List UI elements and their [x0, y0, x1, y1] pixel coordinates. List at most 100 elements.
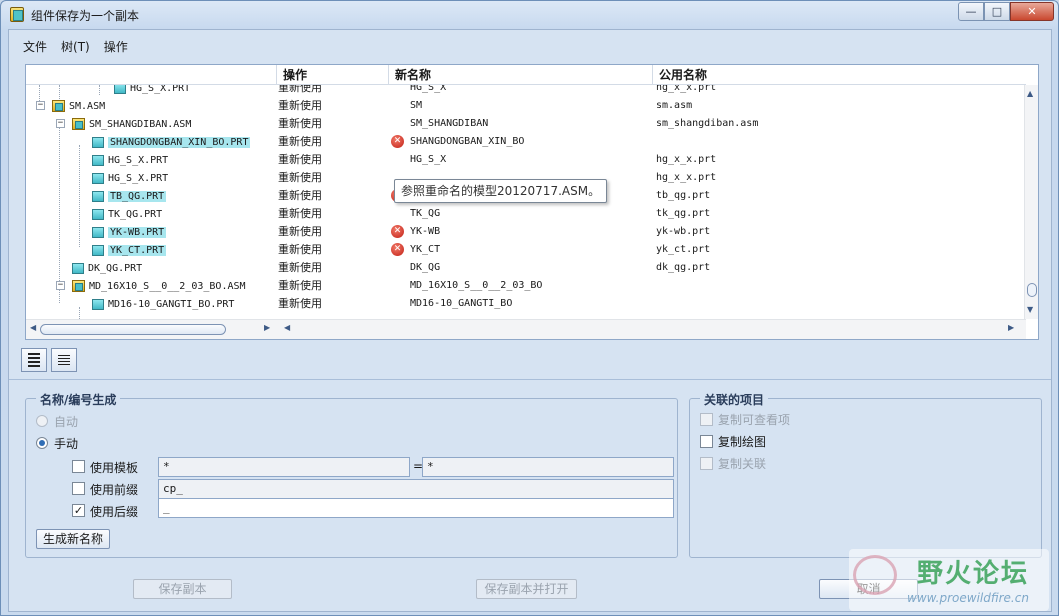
copy-relations-checkbox[interactable] — [700, 457, 713, 470]
column-header-new-name[interactable]: 新名称 — [388, 65, 652, 85]
model-name: MD_16X10_S__0__2_03_BO.ASM — [89, 280, 246, 292]
copy-viewable-checkbox[interactable] — [700, 413, 713, 426]
action-cell[interactable]: 重新使用 — [278, 241, 322, 259]
related-items-title: 关联的项目 — [700, 391, 769, 408]
component-tree[interactable]: 操作 新名称 公用名称 HG_S_X.PRT 重新使用 HG_S_X hg_x_x.p… — [25, 64, 1039, 340]
horizontal-scroll-thumb[interactable] — [40, 324, 226, 335]
tree-row[interactable]: YK-WB.PRT 重新使用 ✕ YK-WB yk-wb.prt — [26, 223, 1026, 241]
new-name-cell[interactable]: SM_SHANGDIBAN — [410, 115, 488, 133]
action-cell[interactable]: 重新使用 — [278, 187, 322, 205]
new-name-cell[interactable]: MD16-10_GANGTI_BO — [410, 295, 512, 313]
scroll-down-icon[interactable]: ▼ — [1027, 305, 1033, 314]
scroll-left-icon[interactable]: ◀ — [30, 323, 36, 332]
dialog-window: 组件保存为一个副本 — □ ✕ 文件 树(T) 操作 操作 新名称 公用名称 H… — [0, 0, 1059, 616]
column-header-action[interactable]: 操作 — [276, 65, 388, 85]
tree-row[interactable]: HG_S_X.PRT 重新使用 HG_S_X hg_x_x.prt — [26, 151, 1026, 169]
tree-row[interactable]: − SM.ASM 重新使用 SM sm.asm — [26, 97, 1026, 115]
scroll-right-icon[interactable]: ▶ — [1008, 323, 1014, 332]
common-name-cell[interactable]: dk_qg.prt — [656, 259, 710, 277]
template-field-2[interactable]: * — [422, 457, 674, 477]
model-name: HG_S_X.PRT — [130, 85, 191, 94]
error-icon: ✕ — [391, 135, 404, 148]
tree-row[interactable]: − MD_16X10_S__0__2_03_BO.ASM 重新使用 MD_16X10_… — [26, 277, 1026, 295]
model-name: DK_QG.PRT — [88, 262, 143, 274]
prefix-field[interactable]: cp_ — [158, 479, 674, 499]
common-name-cell[interactable]: hg_x_x.prt — [656, 85, 716, 97]
save-copy-button[interactable]: 保存副本 — [133, 579, 232, 599]
tree-row[interactable]: MD16-10_GANGTI_BO.PRT 重新使用 MD16-10_GANGTI_… — [26, 295, 1026, 313]
collapse-icon[interactable]: − — [56, 119, 65, 128]
menu-file[interactable]: 文件 — [23, 38, 47, 55]
action-cell[interactable]: 重新使用 — [278, 295, 322, 313]
minimize-button[interactable]: — — [958, 2, 984, 21]
save-copy-open-button[interactable]: 保存副本并打开 — [476, 579, 577, 599]
column-header-common-name[interactable]: 公用名称 — [652, 65, 1026, 85]
common-name-cell[interactable]: hg_x_x.prt — [656, 169, 716, 187]
action-cell[interactable]: 重新使用 — [278, 115, 322, 133]
collapse-icon[interactable]: − — [56, 281, 65, 290]
copy-drawing-checkbox[interactable] — [700, 435, 713, 448]
new-name-cell[interactable]: MD_16X10_S__0__2_03_BO — [410, 277, 542, 295]
action-cell[interactable]: 重新使用 — [278, 85, 322, 97]
use-suffix-checkbox[interactable]: ✓ — [72, 504, 85, 517]
column-header-model[interactable] — [26, 65, 276, 85]
tree-row[interactable]: TK_QG.PRT 重新使用 TK_QG tk_qg.prt — [26, 205, 1026, 223]
common-name-cell[interactable]: tk_qg.prt — [656, 205, 710, 223]
scroll-up-icon[interactable]: ▲ — [1027, 89, 1033, 98]
maximize-button[interactable]: □ — [984, 2, 1010, 21]
common-name-cell[interactable]: yk_ct.prt — [656, 241, 710, 259]
new-name-cell[interactable]: SHANGDONGBAN_XIN_BO — [410, 133, 524, 151]
new-name-cell[interactable]: DK_QG — [410, 259, 440, 277]
action-cell[interactable]: 重新使用 — [278, 133, 322, 151]
horizontal-scrollbar[interactable]: ◀ ▶ ◀ ▶ — [26, 319, 1026, 339]
manual-radio[interactable] — [36, 437, 48, 449]
part-icon — [92, 154, 104, 166]
use-suffix-label: 使用后缀 — [90, 505, 139, 519]
menu-tree[interactable]: 树(T) — [61, 38, 90, 55]
tree-row[interactable]: SHANGDONGBAN_XIN_BO.PRT 重新使用 ✕ SHANGDONGBAN… — [26, 133, 1026, 151]
vertical-scroll-thumb[interactable] — [1027, 283, 1037, 297]
common-name-cell[interactable]: yk-wb.prt — [656, 223, 710, 241]
model-name: SM_SHANGDIBAN.ASM — [89, 118, 192, 130]
tree-row[interactable]: DK_QG.PRT 重新使用 DK_QG dk_qg.prt — [26, 259, 1026, 277]
generate-names-button[interactable]: 生成新名称 — [36, 529, 110, 549]
action-cell[interactable]: 重新使用 — [278, 205, 322, 223]
common-name-cell[interactable]: sm.asm — [656, 97, 692, 115]
assembly-icon — [72, 280, 85, 292]
new-name-cell[interactable]: YK-WB — [410, 223, 440, 241]
new-name-cell[interactable]: HG_S_X — [410, 151, 446, 169]
action-cell[interactable]: 重新使用 — [278, 169, 322, 187]
action-cell[interactable]: 重新使用 — [278, 151, 322, 169]
tree-row[interactable]: YK_CT.PRT 重新使用 ✕ YK_CT yk_ct.prt — [26, 241, 1026, 259]
suffix-field[interactable]: _ — [158, 498, 674, 518]
template-field[interactable]: * — [158, 457, 410, 477]
part-icon — [92, 244, 104, 256]
new-name-cell[interactable]: TK_QG — [410, 205, 440, 223]
model-name: YK-WB.PRT — [108, 226, 167, 238]
auto-radio[interactable] — [36, 415, 48, 427]
part-icon — [92, 298, 104, 310]
action-cell[interactable]: 重新使用 — [278, 277, 322, 295]
use-prefix-checkbox[interactable] — [72, 482, 85, 495]
close-button[interactable]: ✕ — [1010, 2, 1054, 21]
menu-operation[interactable]: 操作 — [104, 38, 128, 55]
common-name-cell[interactable]: tb_qg.prt — [656, 187, 710, 205]
new-name-cell[interactable]: YK_CT — [410, 241, 440, 259]
new-name-cell[interactable]: HG_S_X — [410, 85, 446, 97]
vertical-scrollbar[interactable]: ▲ ▼ — [1024, 85, 1038, 319]
action-cell[interactable]: 重新使用 — [278, 97, 322, 115]
tree-row[interactable]: − SM_SHANGDIBAN.ASM 重新使用 SM_SHANGDIBAN sm_sh… — [26, 115, 1026, 133]
view-detail-button[interactable] — [21, 348, 47, 372]
scroll-right-icon[interactable]: ▶ — [264, 323, 270, 332]
view-list-button[interactable] — [51, 348, 77, 372]
collapse-icon[interactable]: − — [36, 101, 45, 110]
model-name: HG_S_X.PRT — [108, 172, 169, 184]
new-name-cell[interactable]: SM — [410, 97, 422, 115]
action-cell[interactable]: 重新使用 — [278, 223, 322, 241]
use-template-checkbox[interactable] — [72, 460, 85, 473]
common-name-cell[interactable]: sm_shangdiban.asm — [656, 115, 758, 133]
action-cell[interactable]: 重新使用 — [278, 259, 322, 277]
scroll-left-icon[interactable]: ◀ — [284, 323, 290, 332]
common-name-cell[interactable]: hg_x_x.prt — [656, 151, 716, 169]
tree-row[interactable]: HG_S_X.PRT 重新使用 HG_S_X hg_x_x.prt — [26, 85, 1026, 97]
